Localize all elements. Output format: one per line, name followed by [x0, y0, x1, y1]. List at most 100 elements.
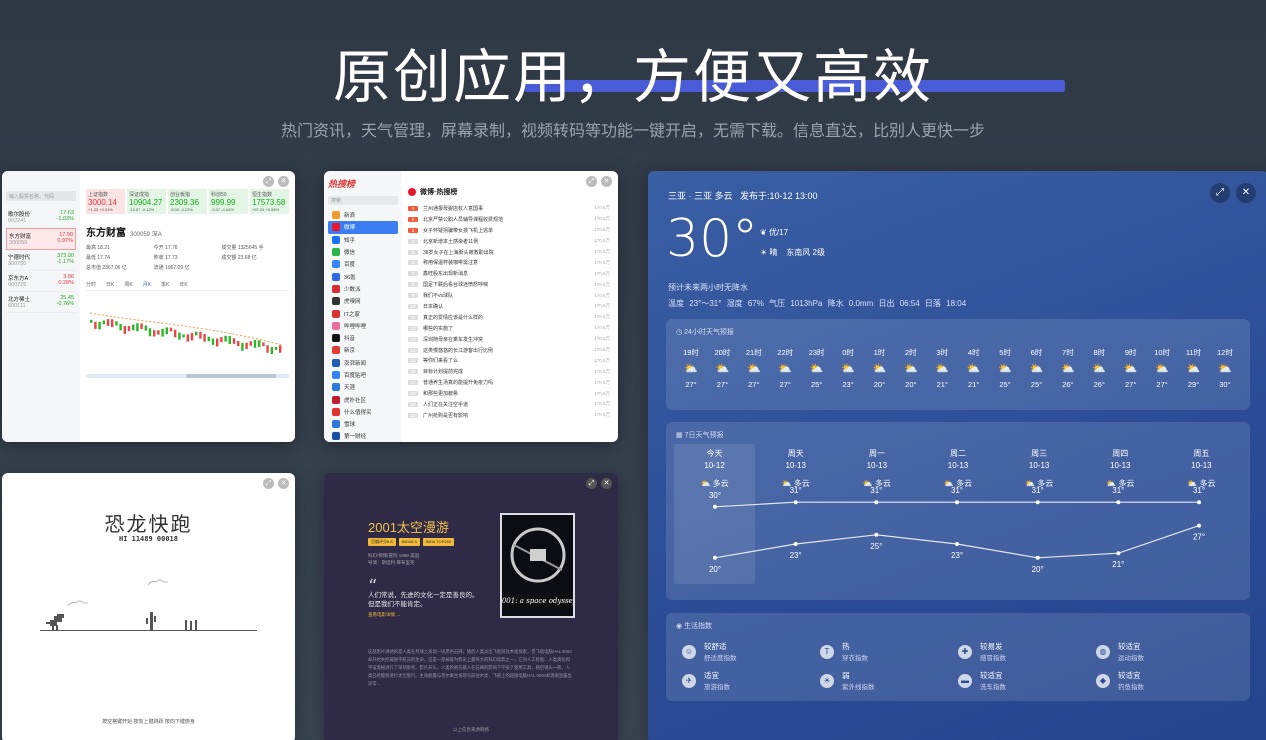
index-tile[interactable]: 上证指数 3000.14 +1.33 +0.04%	[86, 189, 125, 214]
watchlist-item[interactable]: 京东方A 000725 3.56 0.28%	[6, 271, 76, 292]
life-index-name: 感冒指数	[980, 655, 1006, 662]
daily-item[interactable]: 周天 10-13 ⛅ 多云	[755, 444, 836, 584]
hot-item[interactable]: 5 38岁女子在上海街头被救助出院 170.6万	[408, 247, 610, 258]
pin-icon[interactable]: ⤢	[586, 176, 597, 187]
stock-field: 成交量 1325645 手	[221, 245, 264, 251]
weather-app-card[interactable]: ⤢ ✕ 三亚 · 三亚 多云 发布于:10-12 13:00 30° ❦ 优/17…	[648, 171, 1266, 740]
shirt-icon: T	[820, 644, 834, 659]
hot-item[interactable]: 19 人们正在关注空手道 170.6万	[408, 399, 610, 410]
rating-tag: 豆瓣评分8.8	[368, 538, 396, 546]
kline-scrollbar[interactable]	[86, 374, 289, 378]
hot-item[interactable]: 11 真正的爱情应该是什么样的 170.6万	[408, 312, 610, 323]
hot-item-count: 170.6万	[594, 368, 610, 374]
daily-item[interactable]: 周三 10-13 ⛅ 多云	[999, 444, 1080, 584]
close-icon[interactable]: ✕	[601, 478, 612, 489]
watchlist-item[interactable]: 歌尔股份 002241 17.63 -1.03%	[6, 207, 76, 228]
hot-item[interactable]: 18 和那些更加疲惫 170.6万	[408, 388, 610, 399]
daily-item[interactable]: 周一 10-13 ⛅ 多云	[836, 444, 917, 584]
hot-item[interactable]: 1 兰州通报母婴店杖人意国事 170.6万	[408, 203, 610, 214]
hot-item-count: 170.6万	[594, 357, 610, 363]
source-nav-item[interactable]: IT之家	[328, 307, 398, 319]
hot-item[interactable]: 4 北京新增本土感染者11例 170.6万	[408, 236, 610, 247]
index-tile[interactable]: 科创50 999.99 -0.37 -0.04%	[209, 189, 248, 214]
movie-app-card[interactable]: ⤢ ✕ 2001太空漫游 豆瓣评分8.8 IMDb8.3 IMDb TOP250 科幻…	[324, 473, 618, 740]
hot-item[interactable]: 8 国足下跌后看台球迷愤怒呼喊 170.6万	[408, 279, 610, 290]
hot-item[interactable]: 17 普通养生汤真的能提升免疫力吗 170.6万	[408, 377, 610, 388]
source-nav-item[interactable]: 抖音	[328, 332, 398, 344]
source-label: 哔哩哔哩	[344, 323, 367, 330]
source-nav-item[interactable]: 百度贴吧	[328, 369, 398, 381]
hot-item[interactable]: 14 这类慢悠悠的长江游客出行比例 170.6万	[408, 345, 610, 356]
chart-tab[interactable]: 年K	[179, 281, 187, 288]
source-nav-item[interactable]: 微博	[328, 221, 398, 234]
hot-item[interactable]: 16 目标计划提前完成 170.6万	[408, 366, 610, 377]
partly-cloudy-icon: ⛅	[781, 479, 794, 488]
source-nav-item[interactable]: 知乎	[328, 234, 398, 246]
watchlist-item[interactable]: 北方稀土 600111 25.45 -0.76%	[6, 292, 76, 313]
index-tile[interactable]: 深证成指 10904.27 -13.57 -0.12%	[127, 189, 166, 214]
chart-tab[interactable]: 周K	[124, 281, 132, 288]
chart-tab[interactable]: 月K	[143, 281, 151, 288]
source-nav-item[interactable]: 新浪	[328, 209, 398, 221]
stock-field	[221, 264, 289, 271]
source-nav-item[interactable]: 第一财经	[328, 430, 398, 442]
hotlist-app-card[interactable]: ⤢ ✕ 热搜榜 搜索 新浪 微博 知乎 微信 百度 36氪 少数派 虎嗅网 IT之家 哔哩哔哩 抖音新…	[324, 171, 618, 442]
index-tile[interactable]: 恒生指数 17573.58 +97.23 +0.55%	[250, 189, 289, 214]
life-index-name: 舒适度指数	[704, 655, 737, 662]
stock-app-card[interactable]: ⤢ ✕ 输入股票名称、代码 歌尔股份 002241 17.63 -1.03% 东方财富 30…	[2, 171, 295, 442]
hot-item[interactable]: 2 北京严禁公职人员辅导课程收费规范 170.6万	[408, 214, 610, 225]
watchlist-item[interactable]: 东方财富 300059 17.90 0.97%	[6, 228, 76, 250]
hot-item[interactable]: 10 日本确认 170.6万	[408, 301, 610, 312]
hot-item[interactable]: 20 广州抢购是否有影响 170.6万	[408, 410, 610, 421]
rank-badge: 18	[408, 391, 418, 397]
source-nav-item[interactable]: 虎扑社区	[328, 393, 398, 405]
hour-label: 19时	[683, 348, 699, 357]
source-nav-item[interactable]: 澎湃新闻	[328, 357, 398, 369]
chart-tab[interactable]: 日K	[106, 281, 114, 288]
hot-item[interactable]: 15 等你们来看了么 170.6万	[408, 355, 610, 366]
rank-badge: 4	[408, 238, 418, 244]
source-nav-item[interactable]: 虎嗅网	[328, 295, 398, 307]
stock-code: 002241	[8, 218, 27, 224]
source-nav-item[interactable]: 36氪	[328, 270, 398, 282]
close-icon[interactable]: ✕	[1236, 183, 1256, 203]
daily-item[interactable]: 周四 10-13 ⛅ 多云	[1080, 444, 1161, 584]
source-logo-icon	[332, 420, 340, 429]
stock-field: 成交额 23.68 亿	[221, 255, 257, 261]
daily-item[interactable]: 周五 10-13 ⛅ 多云	[1161, 444, 1242, 584]
index-tile[interactable]: 创业板指 2309.36 -5.00 -0.22%	[168, 189, 207, 214]
source-nav-item[interactable]: 天涯	[328, 381, 398, 393]
source-nav-item[interactable]: 新京	[328, 344, 398, 356]
source-nav-item[interactable]: 微信	[328, 246, 398, 258]
dino-game-card[interactable]: ⤢ ✕ 恐龙快跑 HI 11489 00018 按空格键开始 按向上键跳跃 按向下…	[2, 473, 295, 740]
pin-icon[interactable]: ⤢	[586, 478, 597, 489]
stock-search-input[interactable]: 输入股票名称、代码	[6, 191, 76, 201]
partly-cloudy-icon: ⛅	[809, 363, 824, 375]
close-icon[interactable]: ✕	[278, 176, 289, 187]
daily-item[interactable]: 周二 10-13 ⛅ 多云	[917, 444, 998, 584]
hot-item[interactable]: 12 哪些的实施了 170.6万	[408, 323, 610, 334]
source-nav-item[interactable]: 雪球	[328, 418, 398, 430]
hot-item[interactable]: 3 女子怀疑拐骗带女孩飞机上逃单 170.6万	[408, 225, 610, 236]
hour-label: 21时	[745, 348, 762, 357]
hot-item[interactable]: 7 鑫旺股东出现新消息 170.6万	[408, 268, 610, 279]
daily-item[interactable]: 今天 10-12 ⛅ 多云	[674, 444, 756, 584]
source-nav-item[interactable]: 哔哩哔哩	[328, 320, 398, 332]
hot-item[interactable]: 13 深圳随母亲在乘车发生冲突 170.6万	[408, 334, 610, 345]
dino-scene[interactable]	[2, 473, 295, 643]
pin-icon[interactable]: ⤢	[263, 176, 274, 187]
source-nav-item[interactable]: 少数派	[328, 283, 398, 295]
chart-tab[interactable]: 分时	[86, 281, 96, 288]
source-nav-item[interactable]: 百度	[328, 258, 398, 270]
movie-detail-link[interactable]: 查看电影详情 →	[368, 612, 401, 618]
pin-icon[interactable]: ⤢	[1210, 183, 1230, 203]
close-icon[interactable]: ✕	[601, 176, 612, 187]
stock-change: -1.17%	[56, 259, 74, 265]
hot-item[interactable]: 6 称用保温杯装咖啡需注意 170.6万	[408, 257, 610, 268]
hour-label: 8时	[1093, 348, 1106, 357]
chart-tab[interactable]: 季K	[161, 281, 169, 288]
hotlist-search-input[interactable]: 搜索	[328, 196, 398, 205]
source-nav-item[interactable]: 什么值得买	[328, 406, 398, 418]
hot-item[interactable]: 9 我们不vs球队 170.6万	[408, 290, 610, 301]
watchlist-item[interactable]: 宁德时代 300750 373.00 -1.17%	[6, 250, 76, 271]
